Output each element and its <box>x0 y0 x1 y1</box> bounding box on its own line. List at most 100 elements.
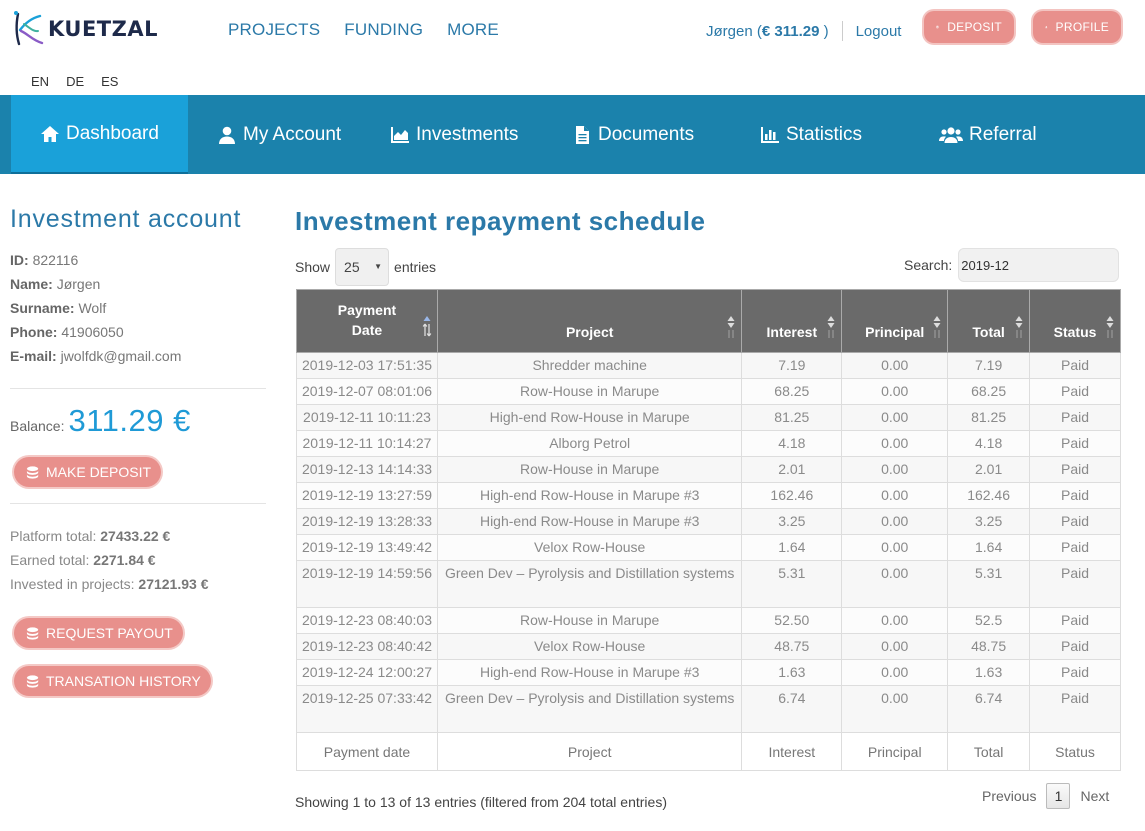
cell-interest: 2.01 <box>741 456 843 483</box>
nav-funding[interactable]: FUNDING <box>344 20 423 40</box>
cell-payment-date: 2019-12-19 13:27:59 <box>296 482 438 509</box>
sort-both-icon <box>827 316 835 338</box>
chevron-down-icon: ▼ <box>374 262 383 271</box>
search-input[interactable] <box>958 248 1120 282</box>
cell-principal: 0.00 <box>841 534 949 561</box>
table-search: Search: <box>904 248 1120 282</box>
pagination-page[interactable]: 1 <box>1046 783 1071 809</box>
pagination-next[interactable]: Next <box>1080 788 1109 804</box>
info-row-id: ID: 822116 <box>10 252 79 268</box>
table-row: 2019-12-19 13:49:42 Velox Row-House 1.64 0.… <box>296 534 1121 561</box>
pagination: Previous 1 Next <box>982 783 1109 809</box>
info-row-phone: Phone: 41906050 <box>10 324 124 340</box>
divider <box>10 388 266 389</box>
cell-interest: 1.64 <box>741 534 843 561</box>
account-info: ID: 822116 Name: Jørgen Surname: Wolf Ph… <box>10 248 266 368</box>
main-nav: PROJECTS FUNDING MORE <box>228 20 499 40</box>
cell-project: High-end Row-House in Marupe #3 <box>436 659 743 686</box>
earned-total: Earned total: 2271.84 € <box>10 552 156 568</box>
table-row: 2019-12-23 08:40:03 Row-House in Marupe 52… <box>296 607 1121 634</box>
sort-both-icon <box>727 316 735 338</box>
footer-project: Project <box>436 732 743 771</box>
user-name[interactable]: Jørgen <box>706 23 753 40</box>
deposit-button[interactable]: DEPOSIT <box>924 11 1014 43</box>
cell-status: Paid <box>1029 659 1121 686</box>
tab-my-account[interactable]: My Account <box>217 95 341 174</box>
cell-project: Velox Row-House <box>436 534 743 561</box>
user-icon <box>1045 25 1048 29</box>
info-row-name: Name: Jørgen <box>10 276 101 292</box>
tab-documents[interactable]: Documents <box>572 95 694 174</box>
table-row: 2019-12-25 07:33:42 Green Dev – Pyrolysis… <box>296 685 1121 733</box>
table-row: 2019-12-19 13:27:59 High-end Row-House in… <box>296 482 1121 509</box>
lang-de[interactable]: DE <box>66 74 84 89</box>
cell-principal: 0.00 <box>841 378 949 405</box>
cell-interest: 4.18 <box>741 430 843 457</box>
cell-principal: 0.00 <box>841 607 949 634</box>
table-row: 2019-12-19 14:59:56 Green Dev – Pyrolysis… <box>296 560 1121 608</box>
column-header-interest[interactable]: Interest <box>741 289 843 353</box>
nav-more[interactable]: MORE <box>447 20 499 40</box>
table-row: 2019-12-23 08:40:42 Velox Row-House 48.75 0… <box>296 633 1121 660</box>
pagination-previous[interactable]: Previous <box>982 788 1036 804</box>
cell-status: Paid <box>1029 633 1121 660</box>
make-deposit-button[interactable]: MAKE DEPOSIT <box>14 457 162 487</box>
transaction-history-button[interactable]: TRANSATION HISTORY <box>14 666 211 696</box>
column-header-total[interactable]: Total <box>947 289 1031 353</box>
cell-principal: 0.00 <box>841 352 949 379</box>
users-icon <box>939 126 963 143</box>
cell-payment-date: 2019-12-25 07:33:42 <box>296 685 438 733</box>
cell-status: Paid <box>1029 534 1121 561</box>
cell-principal: 0.00 <box>841 430 949 457</box>
home-icon <box>41 125 59 142</box>
cell-payment-date: 2019-12-19 14:59:56 <box>296 560 438 608</box>
cell-payment-date: 2019-12-23 08:40:03 <box>296 607 438 634</box>
cell-total: 5.31 <box>947 560 1031 608</box>
cell-project: Velox Row-House <box>436 633 743 660</box>
tab-dashboard[interactable]: Dashboard <box>11 95 188 174</box>
tab-investments[interactable]: Investments <box>390 95 518 174</box>
coins-icon <box>936 25 939 29</box>
lang-es[interactable]: ES <box>101 74 118 89</box>
cell-total: 68.25 <box>947 378 1031 405</box>
nav-projects[interactable]: PROJECTS <box>228 20 320 40</box>
footer-interest: Interest <box>741 732 843 771</box>
platform-total: Platform total: 27433.22 € <box>10 528 171 544</box>
cell-project: Row-House in Marupe <box>436 456 743 483</box>
sort-both-icon <box>933 316 941 338</box>
table-row: 2019-12-24 12:00:27 High-end Row-House in… <box>296 659 1121 686</box>
lang-en[interactable]: EN <box>31 74 49 89</box>
tab-referral[interactable]: Referral <box>939 95 1037 174</box>
cell-status: Paid <box>1029 430 1121 457</box>
column-header-principal[interactable]: Principal <box>841 289 949 353</box>
cell-status: Paid <box>1029 404 1121 431</box>
cell-interest: 7.19 <box>741 352 843 379</box>
column-header-status[interactable]: Status <box>1029 289 1121 353</box>
cell-total: 1.64 <box>947 534 1031 561</box>
column-header-payment-date[interactable]: Payment Date <box>296 289 438 353</box>
cell-payment-date: 2019-12-11 10:11:23 <box>296 404 438 431</box>
cell-project: Green Dev – Pyrolysis and Distillation s… <box>436 685 743 733</box>
tab-statistics[interactable]: Statistics <box>760 95 862 174</box>
profile-button[interactable]: PROFILE <box>1033 11 1121 43</box>
cell-principal: 0.00 <box>841 404 949 431</box>
entries-select-value: 25 <box>344 259 360 275</box>
table-row: 2019-12-03 17:51:35 Shredder machine 7.19 0… <box>296 352 1121 379</box>
cell-total: 7.19 <box>947 352 1031 379</box>
entries-label: entries <box>394 259 437 275</box>
cell-status: Paid <box>1029 685 1121 733</box>
entries-select[interactable]: 25 ▼ <box>335 248 390 286</box>
cell-interest: 68.25 <box>741 378 843 405</box>
cell-payment-date: 2019-12-23 08:40:42 <box>296 633 438 660</box>
document-icon <box>576 125 589 144</box>
tab-referral-label: Referral <box>969 123 1037 145</box>
cell-project: High-end Row-House in Marupe #3 <box>436 482 743 509</box>
cell-status: Paid <box>1029 378 1121 405</box>
column-header-project[interactable]: Project <box>436 289 743 353</box>
table-row: 2019-12-19 13:28:33 High-end Row-House in… <box>296 508 1121 535</box>
request-payout-button[interactable]: REQUEST PAYOUT <box>14 618 183 648</box>
logo[interactable]: KUETZAL <box>12 10 158 48</box>
table-header: Payment Date Project Interest Principal Tota… <box>296 289 1121 353</box>
logout-link[interactable]: Logout <box>856 23 902 40</box>
coins-icon <box>26 626 39 640</box>
